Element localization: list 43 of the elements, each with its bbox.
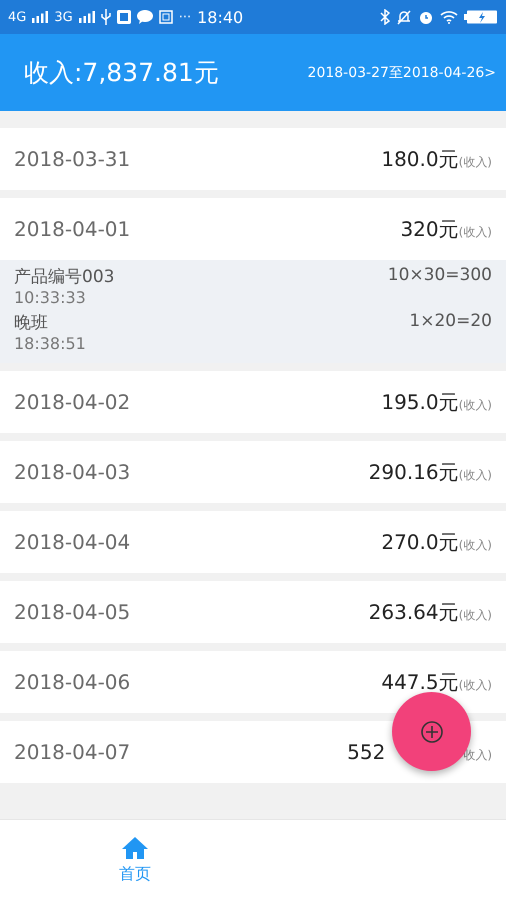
day-row[interactable]: 2018-04-01 320元(收入)	[0, 198, 506, 260]
income-tag: 收入)	[463, 747, 492, 764]
income-tag: (收入)	[458, 396, 492, 414]
day-amount: 195.0元	[381, 388, 459, 416]
day-row[interactable]: 2018-04-02 195.0元(收入)	[0, 371, 506, 433]
day-amount: 447.5元	[381, 668, 459, 696]
day-date: 2018-04-04	[14, 530, 130, 554]
entry-formula: 1×20=20	[409, 311, 492, 331]
day-date: 2018-04-03	[14, 460, 130, 484]
entry-name: 晚班	[14, 312, 49, 334]
income-tag: (收入)	[458, 466, 492, 484]
day-row[interactable]: 2018-03-31 180.0元(收入)	[0, 128, 506, 190]
day-date: 2018-04-07	[14, 740, 130, 764]
entry-name: 产品编号003	[14, 266, 114, 288]
day-amount: 263.64元	[368, 598, 459, 626]
day-row[interactable]: 2018-04-03 290.16元(收入)	[0, 441, 506, 503]
entry-time: 18:38:51	[14, 334, 86, 353]
day-date: 2018-04-06	[14, 670, 130, 694]
income-total: 收入:7,837.81元	[24, 57, 219, 89]
income-tag: (收入)	[458, 224, 492, 240]
network-label: 3G	[54, 10, 73, 24]
income-tag: (收入)	[458, 606, 492, 624]
network-label: 4G	[8, 10, 26, 24]
day-amount: 320元	[400, 216, 459, 242]
clock: 18:40	[197, 8, 244, 26]
entry-formula: 10×30=300	[388, 265, 492, 285]
day-date: 2018-03-31	[14, 147, 130, 171]
day-row[interactable]: 2018-04-06 447.5元(收入)	[0, 651, 506, 713]
day-row[interactable]: 2018-04-05 263.64元(收入)	[0, 581, 506, 643]
income-tag: (收入)	[458, 154, 492, 170]
day-row[interactable]: 2018-04-04 270.0元(收入)	[0, 511, 506, 573]
day-amount: 552	[347, 740, 386, 764]
day-amount: 290.16元	[368, 458, 459, 486]
day-date: 2018-04-02	[14, 390, 130, 414]
day-amount: 270.0元	[381, 528, 459, 556]
day-date: 2018-04-01	[14, 217, 130, 241]
day-row[interactable]: 2018-04-07 552 收入)	[0, 721, 506, 783]
income-tag: (收入)	[458, 676, 492, 694]
income-tag: (收入)	[458, 536, 492, 554]
entry-time: 10:33:33	[14, 288, 87, 307]
day-date: 2018-04-05	[14, 600, 130, 624]
day-amount: 180.0元	[381, 146, 459, 172]
more-notifications: ···	[178, 10, 192, 24]
